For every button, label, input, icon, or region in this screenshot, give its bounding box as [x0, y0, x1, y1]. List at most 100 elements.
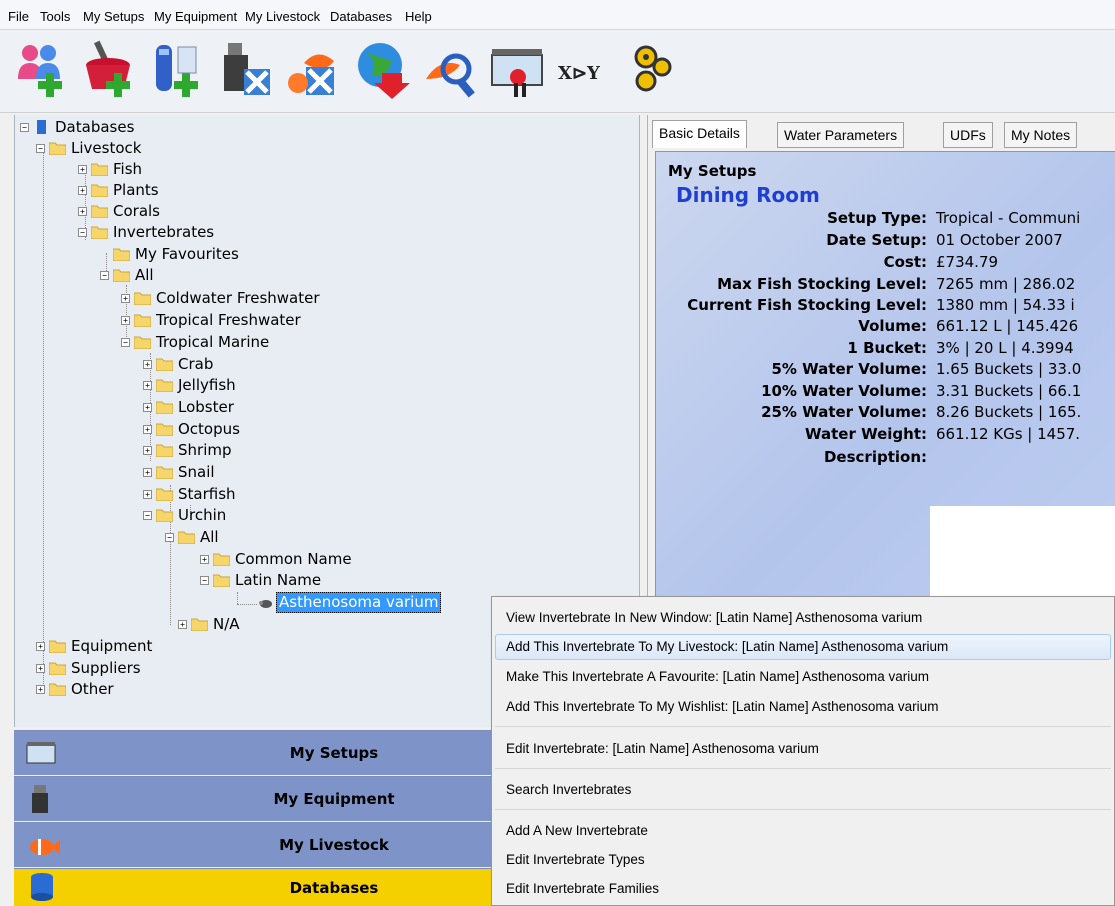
folder-icon: [134, 336, 151, 349]
add-users-icon[interactable]: [12, 39, 74, 101]
collapse-icon[interactable]: −: [100, 271, 109, 280]
menu-separator: [495, 768, 1111, 769]
folder-icon: [156, 466, 173, 479]
expand-icon[interactable]: +: [143, 403, 152, 412]
tab-my-notes[interactable]: My Notes: [1004, 122, 1078, 148]
tab-basic-details[interactable]: Basic Details: [652, 120, 747, 148]
expand-icon[interactable]: +: [78, 207, 87, 216]
collapse-icon[interactable]: −: [20, 123, 29, 132]
tree-label: Tropical Marine: [156, 333, 270, 351]
tree-label: Suppliers: [71, 659, 141, 677]
tree-label: Snail: [178, 463, 215, 481]
expand-icon[interactable]: +: [78, 165, 87, 174]
expand-icon[interactable]: +: [121, 316, 130, 325]
folder-icon: [191, 618, 208, 631]
tree-label: Urchin: [178, 506, 227, 524]
menu-tools[interactable]: Tools: [40, 9, 70, 24]
detail-row: Max Fish Stocking Level: 7265 mm | 286.02: [717, 275, 1076, 293]
tree-label: Fish: [113, 160, 143, 178]
expand-icon[interactable]: +: [78, 186, 87, 195]
tree-label: Octopus: [178, 420, 240, 438]
tree-label: Common Name: [235, 550, 352, 568]
menu-my-livestock[interactable]: My Livestock: [245, 9, 320, 24]
expand-icon[interactable]: +: [143, 446, 152, 455]
expand-icon[interactable]: +: [200, 555, 209, 564]
menu-bar: File Tools My Setups My Equipment My Liv…: [0, 0, 1115, 30]
delete-equipment-icon[interactable]: [284, 39, 346, 101]
detail-row: Current Fish Stocking Level: 1380 mm | 54…: [687, 296, 1075, 314]
expand-icon[interactable]: +: [143, 490, 152, 499]
add-equipment-icon[interactable]: [216, 39, 278, 101]
detail-row: Water Weight: 661.12 KGs | 1457.: [804, 425, 1081, 443]
folder-icon: [49, 640, 66, 653]
collapse-icon[interactable]: −: [165, 533, 174, 542]
collapse-icon[interactable]: −: [78, 228, 87, 237]
tree-label: Invertebrates: [113, 223, 215, 241]
collapse-icon[interactable]: −: [143, 511, 152, 520]
menu-item-search-invertebrates[interactable]: Search Invertebrates: [495, 777, 1111, 803]
tree-label: Plants: [113, 181, 159, 199]
expand-icon[interactable]: +: [143, 381, 152, 390]
folder-icon: [91, 184, 108, 197]
tree-label: N/A: [213, 615, 240, 633]
tab-water-parameters[interactable]: Water Parameters: [777, 122, 905, 148]
menu-item-make-favourite[interactable]: Make This Invertebrate A Favourite: [Lat…: [495, 664, 1111, 690]
fish-delete-icon[interactable]: [352, 39, 414, 101]
tree-label: Livestock: [71, 139, 142, 157]
collapse-icon[interactable]: −: [36, 144, 45, 153]
expand-icon[interactable]: +: [36, 664, 45, 673]
collapse-icon[interactable]: −: [121, 338, 130, 347]
context-menu: View Invertebrate In New Window: [Latin …: [491, 596, 1115, 906]
detail-row: 25% Water Volume: 8.26 Buckets | 165.: [761, 403, 1082, 421]
collapse-icon[interactable]: −: [200, 576, 209, 585]
folder-icon: [134, 292, 151, 305]
detail-row: Setup Type: Tropical - Communi: [827, 209, 1081, 227]
menu-item-view-in-new-window[interactable]: View Invertebrate In New Window: [Latin …: [495, 605, 1111, 631]
database-icon: [37, 120, 46, 134]
menu-item-edit-invertebrate[interactable]: Edit Invertebrate: [Latin Name] Asthenos…: [495, 736, 1111, 762]
folder-icon: [156, 444, 173, 457]
expand-icon[interactable]: +: [143, 468, 152, 477]
detail-row: 5% Water Volume: 1.65 Buckets | 33.0: [771, 360, 1082, 378]
urchin-icon: [259, 600, 272, 608]
folder-icon: [156, 423, 173, 436]
menu-my-equipment[interactable]: My Equipment: [154, 9, 237, 24]
add-tank-icon[interactable]: [80, 39, 142, 101]
folder-icon: [156, 358, 173, 371]
detail-row: Cost: £734.79: [883, 253, 999, 271]
add-test-icon[interactable]: [148, 39, 210, 101]
expand-icon[interactable]: +: [143, 425, 152, 434]
setup-name: Dining Room: [676, 183, 820, 207]
folder-icon: [156, 509, 173, 522]
menu-help[interactable]: Help: [405, 9, 432, 24]
expand-icon[interactable]: +: [143, 360, 152, 369]
tab-udfs[interactable]: UDFs: [943, 122, 993, 148]
folder-icon: [49, 662, 66, 675]
folder-icon: [156, 401, 173, 414]
settings-gears-icon[interactable]: [624, 39, 686, 101]
expand-icon[interactable]: +: [178, 620, 187, 629]
menu-item-edit-invertebrate-types[interactable]: Edit Invertebrate Types: [495, 847, 1111, 873]
tree-label: Lobster: [178, 398, 234, 416]
folder-icon: [113, 248, 130, 261]
folder-icon: [49, 683, 66, 696]
menu-item-add-new-invertebrate[interactable]: Add A New Invertebrate: [495, 818, 1111, 844]
expand-icon[interactable]: +: [36, 642, 45, 651]
tank-tools-icon[interactable]: X⊳Y: [556, 39, 618, 101]
menu-file[interactable]: File: [8, 9, 29, 24]
fish-search-icon[interactable]: [488, 39, 550, 101]
toolbar: X⊳Y: [0, 31, 1115, 113]
menu-item-add-to-my-livestock[interactable]: Add This Invertebrate To My Livestock: […: [495, 634, 1111, 660]
folder-icon: [91, 226, 108, 239]
menu-my-setups[interactable]: My Setups: [83, 9, 144, 24]
expand-icon[interactable]: +: [36, 685, 45, 694]
folder-icon: [156, 488, 173, 501]
globe-download-icon[interactable]: [420, 39, 482, 101]
expand-icon[interactable]: +: [121, 294, 130, 303]
tree-label: Shrimp: [178, 441, 232, 459]
menu-item-add-to-wishlist[interactable]: Add This Invertebrate To My Wishlist: [L…: [495, 694, 1111, 720]
menu-databases[interactable]: Databases: [330, 9, 392, 24]
tree-label: All: [135, 266, 154, 284]
tree-label: Databases: [55, 118, 135, 136]
menu-item-edit-invertebrate-families[interactable]: Edit Invertebrate Families: [495, 876, 1111, 902]
